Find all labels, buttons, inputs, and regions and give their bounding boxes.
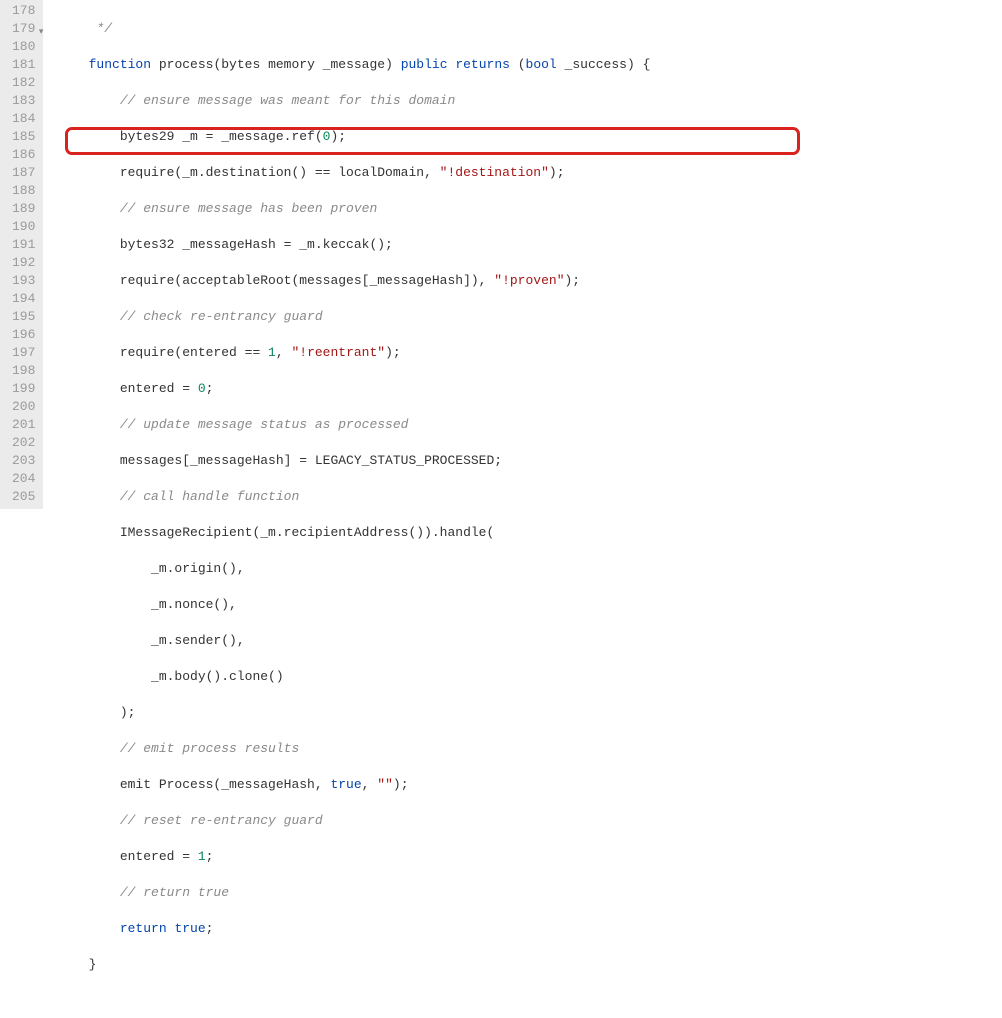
keyword: true [174,921,205,936]
code-line: // update message status as processed [57,416,1002,434]
number: 0 [198,381,206,396]
string: "!reentrant" [291,345,385,360]
line-number: 205 [12,488,35,506]
code-line: bytes29 _m = _message.ref(0); [57,128,1002,146]
comment: */ [57,21,112,36]
line-number: 201 [12,416,35,434]
code-line: emit Process(_messageHash, true, ""); [57,776,1002,794]
code-line: _m.sender(), [57,632,1002,650]
keyword: function [89,57,151,72]
line-number: 197 [12,344,35,362]
line-number: 186 [12,146,35,164]
code-line: // call handle function [57,488,1002,506]
code-line: // reset re-entrancy guard [57,812,1002,830]
line-number: 198 [12,362,35,380]
line-number: 195 [12,308,35,326]
code-line: return true; [57,920,1002,938]
line-number: 194 [12,290,35,308]
code-line: require(_m.destination() == localDomain,… [57,164,1002,182]
string: "" [377,777,393,792]
line-number: 179▾ [12,20,35,38]
code-line: */ [57,20,1002,38]
line-number: 185 [12,128,35,146]
code-line: require(acceptableRoot(messages[_message… [57,272,1002,290]
comment: // return true [57,885,229,900]
code-line: // return true [57,884,1002,902]
code-line: // ensure message was meant for this dom… [57,92,1002,110]
line-number: 199 [12,380,35,398]
line-number: 193 [12,272,35,290]
line-number: 191 [12,236,35,254]
code-line: // emit process results [57,740,1002,758]
keyword: bool [526,57,557,72]
code-line: entered = 0; [57,380,1002,398]
line-number: 202 [12,434,35,452]
line-number: 196 [12,326,35,344]
line-number: 181 [12,56,35,74]
code-line: bytes32 _messageHash = _m.keccak(); [57,236,1002,254]
keyword: returns [455,57,510,72]
string: "!destination" [440,165,549,180]
line-number: 182 [12,74,35,92]
code-area[interactable]: */ function process(bytes memory _messag… [43,0,1002,509]
line-number: 189 [12,200,35,218]
line-number: 188 [12,182,35,200]
line-number: 178 [12,2,35,20]
comment: // emit process results [57,741,299,756]
line-number: 184 [12,110,35,128]
code-line: // ensure message has been proven [57,200,1002,218]
code-line: function process(bytes memory _message) … [57,56,1002,74]
comment: // call handle function [57,489,299,504]
string: "!proven" [494,273,564,288]
keyword: public [401,57,448,72]
comment: // ensure message has been proven [57,201,377,216]
line-number: 180 [12,38,35,56]
code-line: messages[_messageHash] = LEGACY_STATUS_P… [57,452,1002,470]
code-line: IMessageRecipient(_m.recipientAddress())… [57,524,1002,542]
line-number-gutter: 178179▾180181182183184185186187188189190… [0,0,43,509]
keyword: true [330,777,361,792]
keyword: return [120,921,167,936]
number: 1 [268,345,276,360]
code-line: // check re-entrancy guard [57,308,1002,326]
code-line: entered = 1; [57,848,1002,866]
line-number: 187 [12,164,35,182]
comment: // update message status as processed [57,417,408,432]
line-number: 204 [12,470,35,488]
code-line: _m.nonce(), [57,596,1002,614]
code-line: _m.origin(), [57,560,1002,578]
code-line: } [57,956,1002,974]
code-line: ); [57,704,1002,722]
code-line: require(entered == 1, "!reentrant"); [57,344,1002,362]
line-number: 190 [12,218,35,236]
comment: // check re-entrancy guard [57,309,322,324]
comment: // reset re-entrancy guard [57,813,322,828]
code-line: _m.body().clone() [57,668,1002,686]
comment: // ensure message was meant for this dom… [57,93,455,108]
code-line [57,992,1002,1010]
line-number: 192 [12,254,35,272]
line-number: 200 [12,398,35,416]
line-number: 203 [12,452,35,470]
number: 1 [198,849,206,864]
line-number: 183 [12,92,35,110]
